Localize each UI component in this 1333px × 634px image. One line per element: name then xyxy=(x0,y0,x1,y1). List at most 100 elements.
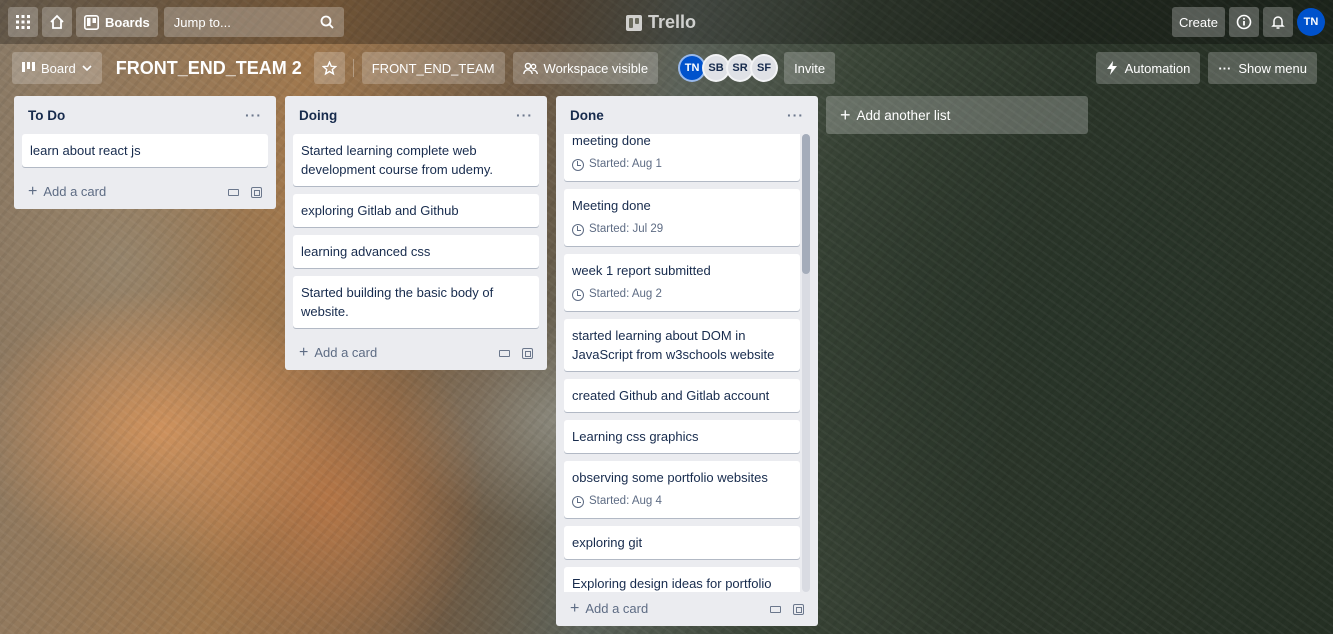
add-list-label: Add another list xyxy=(856,107,951,123)
show-menu-label: Show menu xyxy=(1238,60,1307,76)
trello-logo[interactable]: Trello xyxy=(626,12,696,33)
workspace-button[interactable]: FRONT_END_TEAM xyxy=(361,52,505,84)
add-card-row: + Add a card xyxy=(22,175,268,209)
top-header: Boards Jump to... Trello Create TN xyxy=(0,0,1333,44)
board-view-label: Board xyxy=(41,60,76,76)
list-header: Done ··· xyxy=(564,96,810,134)
add-card-button[interactable]: + Add a card xyxy=(570,600,648,618)
people-icon xyxy=(522,62,538,74)
card-title: exploring git xyxy=(572,535,643,550)
automation-label: Automation xyxy=(1124,60,1191,76)
card[interactable]: created Github and Gitlab account xyxy=(564,379,800,412)
plus-icon: + xyxy=(840,104,851,125)
list-menu-ellipsis-icon[interactable]: ··· xyxy=(516,107,533,123)
clock-icon xyxy=(572,158,584,171)
star-icon xyxy=(321,60,337,75)
add-card-row: + Add a card xyxy=(564,592,810,626)
notifications-bell-icon[interactable] xyxy=(1263,7,1293,37)
card-title: Started learning complete web developmen… xyxy=(301,143,493,177)
chevron-down-icon xyxy=(82,65,92,72)
plus-icon: + xyxy=(570,600,580,617)
card[interactable]: Started learning complete web developmen… xyxy=(293,134,539,186)
template-icon[interactable] xyxy=(770,605,781,613)
card[interactable]: Meeting done Started: Jul 29 xyxy=(564,189,800,246)
search-input[interactable]: Jump to... xyxy=(163,7,344,37)
clock-icon xyxy=(572,223,584,236)
copy-card-icon[interactable] xyxy=(522,347,533,359)
create-label: Create xyxy=(1178,14,1218,30)
invite-button[interactable]: Invite xyxy=(784,52,836,84)
user-avatar[interactable]: TN xyxy=(1297,8,1325,36)
card[interactable]: Exploring design ideas for portfolio xyxy=(564,567,800,592)
scrollbar-thumb[interactable] xyxy=(802,134,810,274)
list-cards-scroll-area[interactable]: meeting done Started: Aug 1 Meeting done… xyxy=(564,134,810,592)
visibility-label: Workspace visible xyxy=(543,60,649,76)
board-view-switcher[interactable]: Board xyxy=(12,52,102,84)
card-title: Started building the basic body of websi… xyxy=(301,285,494,319)
board-header: Board FRONT_END_TEAM 2 FRONT_END_TEAM Wo… xyxy=(0,48,1333,88)
create-button[interactable]: Create xyxy=(1171,7,1225,37)
badge-text: Started: Aug 4 xyxy=(589,495,662,507)
clock-icon xyxy=(572,495,584,508)
list-to-do: To Do ··· learn about react js + Add a ca… xyxy=(14,96,276,209)
list-title[interactable]: To Do xyxy=(28,108,65,123)
copy-card-icon[interactable] xyxy=(793,603,804,615)
card-title: Meeting done xyxy=(572,198,651,213)
add-card-row: + Add a card xyxy=(293,336,539,370)
card-title: learn about react js xyxy=(30,143,141,158)
card[interactable]: started learning about DOM in JavaScript… xyxy=(564,319,800,371)
card-title: week 1 report submitted xyxy=(572,263,711,278)
card[interactable]: meeting done Started: Aug 1 xyxy=(564,134,800,181)
info-icon[interactable] xyxy=(1229,7,1259,37)
board-members: TN SB SR SF xyxy=(678,54,779,82)
template-icon[interactable] xyxy=(228,188,239,196)
template-icon[interactable] xyxy=(499,349,510,357)
list-title[interactable]: Doing xyxy=(299,108,337,123)
add-another-list-button[interactable]: + Add another list xyxy=(826,96,1088,134)
show-menu-button[interactable]: ··· Show menu xyxy=(1208,52,1317,84)
card-title: learning advanced css xyxy=(301,244,431,259)
board-title[interactable]: FRONT_END_TEAM 2 xyxy=(116,58,302,79)
list-title[interactable]: Done xyxy=(570,108,604,123)
lightning-icon xyxy=(1106,61,1117,75)
start-date-badge: Started: Jul 29 xyxy=(572,220,792,239)
list-menu-ellipsis-icon[interactable]: ··· xyxy=(787,107,804,123)
board-view-icon xyxy=(22,62,35,72)
card-title: exploring Gitlab and Github xyxy=(301,203,459,218)
card-title: observing some portfolio websites xyxy=(572,470,768,485)
star-board-button[interactable] xyxy=(313,52,345,84)
start-date-badge: Started: Aug 1 xyxy=(572,155,792,174)
boards-button[interactable]: Boards xyxy=(76,7,158,37)
start-date-badge: Started: Aug 2 xyxy=(572,285,792,304)
automation-button[interactable]: Automation xyxy=(1095,52,1201,84)
card-title: created Github and Gitlab account xyxy=(572,388,770,403)
boards-icon xyxy=(84,14,99,30)
list-doing: Doing ··· Started learning complete web … xyxy=(285,96,547,370)
card[interactable]: Learning css graphics xyxy=(564,420,800,453)
card[interactable]: exploring Gitlab and Github xyxy=(293,194,539,227)
add-card-button[interactable]: + Add a card xyxy=(299,344,377,362)
plus-icon: + xyxy=(299,344,309,361)
member-avatar[interactable]: SF xyxy=(750,54,779,82)
card[interactable]: learning advanced css xyxy=(293,235,539,268)
add-card-button[interactable]: + Add a card xyxy=(28,183,106,201)
card[interactable]: observing some portfolio websites Starte… xyxy=(564,461,800,518)
list-done: Done ··· meeting done Started: Aug 1 Mee… xyxy=(556,96,818,626)
card-title: started learning about DOM in JavaScript… xyxy=(572,328,775,362)
card[interactable]: exploring git xyxy=(564,526,800,559)
badge-text: Started: Jul 29 xyxy=(589,223,664,235)
trello-logo-icon xyxy=(626,14,642,31)
add-card-label: Add a card xyxy=(43,184,107,199)
visibility-button[interactable]: Workspace visible xyxy=(512,52,659,84)
copy-card-icon[interactable] xyxy=(251,186,262,198)
card[interactable]: Started building the basic body of websi… xyxy=(293,276,539,328)
card[interactable]: learn about react js xyxy=(22,134,268,167)
card[interactable]: week 1 report submitted Started: Aug 2 xyxy=(564,254,800,311)
list-header: To Do ··· xyxy=(22,96,268,134)
apps-grid-icon[interactable] xyxy=(8,7,38,37)
list-scrollbar[interactable] xyxy=(802,134,810,592)
list-menu-ellipsis-icon[interactable]: ··· xyxy=(245,107,262,123)
home-icon[interactable] xyxy=(42,7,72,37)
badge-text: Started: Aug 2 xyxy=(589,288,662,300)
card-title: Exploring design ideas for portfolio xyxy=(572,576,772,591)
